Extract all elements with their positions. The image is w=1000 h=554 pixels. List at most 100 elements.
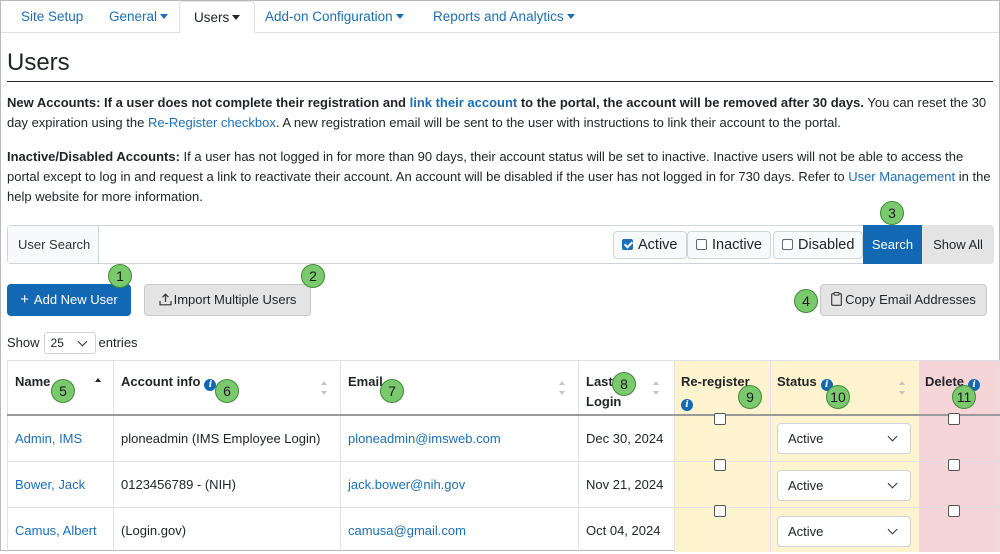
show-all-button[interactable]: Show All [922, 225, 994, 264]
link-their-account-link[interactable]: link their account [410, 95, 518, 110]
col-header-status[interactable]: Status i [777, 372, 833, 391]
header-label: Last [586, 374, 613, 389]
sort-icon[interactable] [653, 381, 661, 395]
status-select[interactable]: Active [777, 470, 911, 501]
reregister-checkbox[interactable] [714, 505, 726, 517]
last-login: Oct 04, 2024 [586, 523, 661, 538]
tab-general[interactable]: General [95, 1, 182, 33]
callout-badge: 7 [380, 379, 404, 403]
clipboard-icon [831, 287, 842, 317]
email-link[interactable]: camusa@gmail.com [348, 508, 466, 554]
callout-badge: 5 [51, 379, 75, 403]
notice-bold-text: Inactive/Disabled Accounts: [7, 149, 180, 164]
status-value: Active [788, 478, 824, 493]
tab-label: Reports and Analytics [433, 9, 564, 24]
filter-disabled[interactable]: Disabled [773, 231, 864, 259]
show-label: Show [7, 335, 40, 350]
tab-label: Site Setup [21, 9, 84, 24]
sort-asc-icon[interactable] [95, 378, 103, 392]
callout-badge: 6 [215, 379, 239, 403]
checkbox-checked-icon[interactable] [622, 239, 633, 250]
chevron-down-icon [887, 524, 898, 535]
user-search-input[interactable] [100, 226, 610, 263]
table-row: Admin, IMS ploneadmin (IMS Employee Logi… [7, 413, 1000, 462]
checkbox-icon[interactable] [782, 239, 793, 250]
col-header-email[interactable]: Email [348, 372, 383, 391]
users-table: Name Account info i Email Last Login Re-re… [7, 360, 1000, 552]
notice-bold-text: to the portal, the account will be remov… [517, 95, 864, 110]
user-name-link[interactable]: Camus, Albert [15, 508, 97, 554]
tab-users[interactable]: Users [179, 1, 256, 34]
entries-control: Show 25 entries [7, 332, 138, 354]
reregister-checkbox[interactable] [714, 413, 726, 425]
delete-checkbox[interactable] [948, 505, 960, 517]
tab-site-setup[interactable]: Site Setup [7, 1, 97, 33]
status-select[interactable]: Active [777, 516, 911, 547]
header-label: Re-register [681, 374, 750, 389]
page-title: Users [7, 49, 70, 76]
caret-down-icon [395, 14, 404, 19]
header-label: Login [586, 394, 622, 409]
copy-email-addresses-button[interactable]: Copy Email Addresses [820, 284, 987, 316]
callout-badge: 2 [301, 264, 325, 288]
callout-badge: 4 [794, 289, 818, 313]
col-header-account-info[interactable]: Account info i [121, 372, 217, 391]
import-multiple-users-button[interactable]: Import Multiple Users [144, 284, 311, 316]
sort-icon[interactable] [559, 381, 567, 395]
checkbox-icon[interactable] [696, 239, 707, 250]
table-row: Camus, Albert (Login.gov) camusa@gmail.c… [7, 505, 1000, 554]
tab-label: General [109, 9, 158, 24]
last-login: Nov 21, 2024 [586, 477, 664, 492]
notice-text: . A new registration email will be sent … [275, 115, 841, 130]
filter-label: Disabled [798, 237, 855, 253]
callout-badge: 1 [108, 264, 132, 288]
delete-checkbox[interactable] [948, 413, 960, 425]
sort-icon[interactable] [321, 381, 329, 395]
tab-reports-and-analytics[interactable]: Reports and Analytics [419, 1, 589, 33]
notice-bold-text: New Accounts: If a user does not complet… [7, 95, 410, 110]
filter-label: Active [638, 237, 678, 253]
info-icon[interactable]: i [681, 399, 693, 411]
inactive-accounts-notice: Inactive/Disabled Accounts: If a user ha… [7, 147, 991, 207]
entries-select[interactable]: 25 [43, 332, 96, 354]
filter-inactive[interactable]: Inactive [687, 231, 771, 259]
account-info: 0123456789 - (NIH) [121, 477, 236, 492]
account-info: ploneadmin (IMS Employee Login) [121, 431, 321, 446]
header-label: Account info [121, 374, 201, 389]
entries-value: 25 [50, 336, 64, 350]
upload-icon [158, 287, 172, 317]
button-label: Import Multiple Users [173, 292, 297, 307]
filter-label: Inactive [712, 237, 762, 253]
tab-add-on-configuration[interactable]: Add-on Configuration [251, 1, 418, 33]
callout-badge: 11 [952, 385, 976, 409]
re-register-checkbox-link[interactable]: Re-Register checkbox [148, 115, 276, 130]
entries-label: entries [98, 335, 138, 350]
email-link[interactable]: jack.bower@nih.gov [348, 462, 465, 508]
button-label: Copy Email Addresses [845, 292, 976, 307]
delete-checkbox[interactable] [948, 459, 960, 471]
search-button[interactable]: Search [863, 225, 922, 264]
top-nav-tabs: Site Setup General Users Add-on Configur… [1, 1, 999, 34]
col-header-name[interactable]: Name [15, 372, 50, 391]
user-search-bar: User Search Active Inactive Disabled Sea… [7, 225, 994, 264]
user-name-link[interactable]: Bower, Jack [15, 462, 85, 508]
callout-badge: 8 [612, 372, 636, 396]
header-label: Status [777, 374, 817, 389]
button-label: Add New User [33, 292, 118, 307]
status-value: Active [788, 431, 824, 446]
user-name-link[interactable]: Admin, IMS [15, 416, 82, 462]
add-new-user-button[interactable]: + Add New User [7, 284, 131, 316]
reregister-checkbox[interactable] [714, 459, 726, 471]
caret-down-icon [566, 14, 575, 19]
email-link[interactable]: ploneadmin@imsweb.com [348, 416, 501, 462]
caret-down-icon [160, 14, 169, 19]
sort-icon[interactable] [899, 381, 907, 395]
status-value: Active [788, 524, 824, 539]
title-divider [7, 81, 993, 82]
status-select[interactable]: Active [777, 423, 911, 454]
table-header: Name Account info i Email Last Login Re-re… [7, 360, 1000, 416]
plus-icon: + [20, 291, 30, 308]
new-accounts-notice: New Accounts: If a user does not complet… [7, 93, 991, 133]
filter-active[interactable]: Active [613, 231, 687, 259]
user-management-link[interactable]: User Management [848, 169, 955, 184]
